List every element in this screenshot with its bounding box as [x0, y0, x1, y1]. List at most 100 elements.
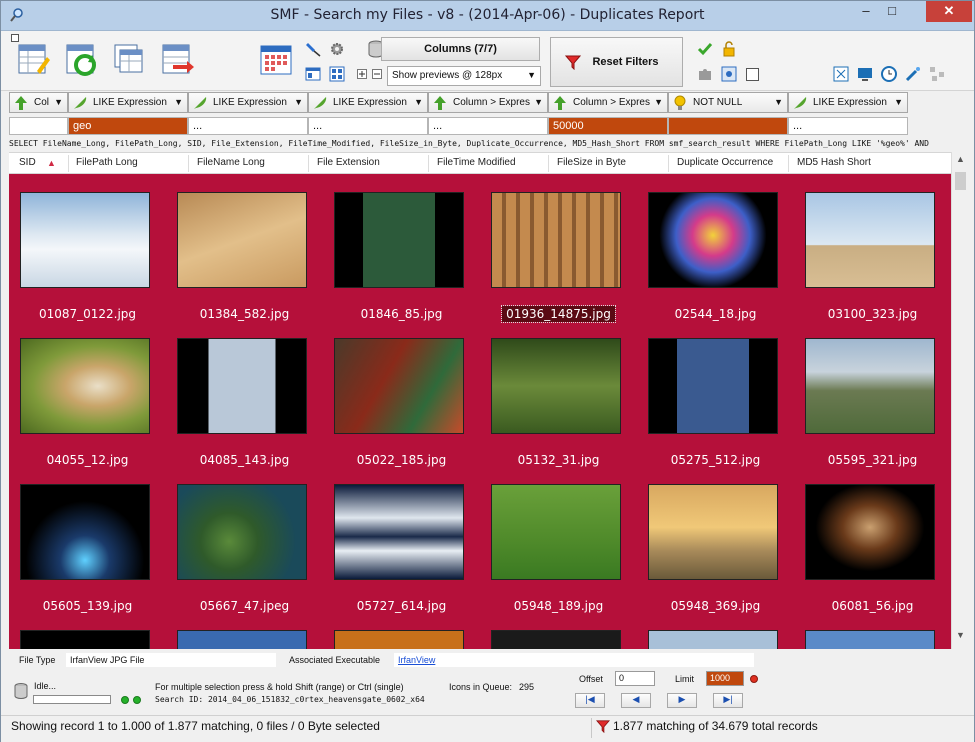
scroll-thumb[interactable]	[955, 172, 966, 190]
column-header-duplicate[interactable]: Duplicate Occurrence	[677, 157, 773, 168]
reset-filters-button[interactable]: Reset Filters	[550, 37, 683, 87]
thumbnail-tile[interactable]: 03100_323.jpg	[794, 174, 951, 321]
first-page-button[interactable]: |◀	[575, 693, 605, 708]
thumbnail-tile[interactable]: 05022_185.jpg	[323, 320, 480, 467]
filter-value-extension[interactable]: ...	[308, 117, 428, 135]
puzzle-icon[interactable]	[697, 66, 713, 82]
thumbnail-tile[interactable]: 01087_0122.jpg	[9, 174, 166, 321]
filter-operator-label: LIKE Expression	[333, 97, 407, 108]
thumbnail-tile[interactable]: 04085_143.jpg	[166, 320, 323, 467]
column-header-filename[interactable]: FileName Long	[197, 157, 265, 168]
scroll-up-icon[interactable]: ▲	[952, 154, 969, 171]
refresh-icon[interactable]	[65, 43, 99, 77]
tree-structure-icon[interactable]	[929, 66, 945, 82]
column-separator[interactable]	[788, 155, 789, 172]
column-header-sid[interactable]: SID	[19, 157, 36, 168]
window-preview-icon[interactable]	[305, 66, 321, 82]
column-header-filetime[interactable]: FileTime Modified	[437, 157, 516, 168]
report-edit-icon[interactable]	[17, 43, 51, 77]
thumbnail-tile[interactable]: 01936_14875.jpg	[480, 174, 637, 323]
thumbnail-tile[interactable]: 06081_56.jpg	[794, 466, 951, 613]
column-header-extension[interactable]: File Extension	[317, 157, 380, 168]
filter-filetime[interactable]: Column > Expres ▼	[428, 92, 548, 113]
title-bar: SMF - Search my Files - v8 - (2014-Apr-0…	[1, 1, 974, 31]
thumbnail-tile[interactable]: 05727_614.jpg	[323, 466, 480, 613]
column-separator[interactable]	[548, 155, 549, 172]
thumbnail-caption: 05667_47.jpeg	[199, 599, 290, 613]
tables-icon[interactable]	[113, 43, 147, 77]
column-separator[interactable]	[68, 155, 69, 172]
thumbnail-tile[interactable]: 01846_85.jpg	[323, 174, 480, 321]
filter-sid[interactable]: Col ▼	[9, 92, 68, 113]
lock-icon[interactable]	[721, 41, 737, 57]
check-icon[interactable]	[697, 41, 713, 57]
filter-value-duplicate[interactable]	[668, 117, 788, 135]
minimize-button[interactable]: –	[853, 1, 879, 22]
column-header-md5[interactable]: MD5 Hash Short	[797, 157, 871, 168]
column-separator[interactable]	[308, 155, 309, 172]
maximize-button[interactable]: □	[879, 1, 905, 22]
thumbnail-tile[interactable]: 05948_369.jpg	[637, 466, 794, 613]
filter-value-filetime[interactable]: ...	[428, 117, 548, 135]
thumbnail-tile[interactable]: 02544_18.jpg	[637, 174, 794, 321]
column-separator[interactable]	[428, 155, 429, 172]
thumbnail-tile[interactable]: 05667_47.jpeg	[166, 466, 323, 613]
thumbnail-image-partial[interactable]	[491, 630, 621, 649]
thumbnail-tile[interactable]: 05595_321.jpg	[794, 320, 951, 467]
columns-button[interactable]: Columns (7/7)	[381, 37, 540, 61]
thumbnail-tile[interactable]: 01384_582.jpg	[166, 174, 323, 321]
filter-value-md5[interactable]: ...	[788, 117, 908, 135]
column-separator[interactable]	[188, 155, 189, 172]
thumbnail-tile[interactable]: 05948_189.jpg	[480, 466, 637, 613]
column-header-filesize[interactable]: FileSize in Byte	[557, 157, 626, 168]
thumbnail-image-partial[interactable]	[20, 630, 150, 649]
filter-value-filesize[interactable]: 50000	[548, 117, 668, 135]
last-page-button[interactable]: ▶|	[713, 693, 743, 708]
thumbnail-tile[interactable]: 05275_512.jpg	[637, 320, 794, 467]
vertical-scrollbar[interactable]: ▲ ▼	[951, 152, 968, 649]
export-icon[interactable]	[161, 43, 195, 77]
thumbnail-image-partial[interactable]	[805, 630, 935, 649]
thumbnail-tile[interactable]: 05605_139.jpg	[9, 466, 166, 613]
filter-value-filename[interactable]: ...	[188, 117, 308, 135]
filter-filesize[interactable]: Column > Expres ▼	[548, 92, 668, 113]
filter-duplicate[interactable]: NOT NULL ▼	[668, 92, 788, 113]
thumbnail-image-partial[interactable]	[334, 630, 464, 649]
toolbar-corner-checkbox[interactable]	[11, 34, 19, 42]
filter-value-sid[interactable]	[9, 117, 68, 135]
column-header-filepath[interactable]: FilePath Long	[76, 157, 138, 168]
offset-input[interactable]: 0	[615, 671, 655, 686]
filter-extension[interactable]: LIKE Expression ▼	[308, 92, 428, 113]
bulb-icon	[674, 95, 686, 110]
next-page-button[interactable]: ▶	[667, 693, 697, 708]
calendar-icon[interactable]	[259, 43, 293, 77]
monitor-icon[interactable]	[857, 66, 873, 82]
thumbnail-tile[interactable]: 04055_12.jpg	[9, 320, 166, 467]
window-fit-icon[interactable]	[833, 66, 849, 82]
associated-executable-link[interactable]: IrfanView	[394, 653, 754, 667]
previous-page-button[interactable]: ◀	[621, 693, 651, 708]
scroll-down-icon[interactable]: ▼	[952, 630, 969, 647]
grid-view-icon[interactable]	[329, 66, 345, 82]
filter-filepath[interactable]: LIKE Expression ▼	[68, 92, 188, 113]
filter-filename[interactable]: LIKE Expression ▼	[188, 92, 308, 113]
thumbnail-image	[177, 192, 307, 288]
column-separator[interactable]	[668, 155, 669, 172]
option-checkbox[interactable]	[746, 68, 759, 81]
limit-input[interactable]: 1000	[706, 671, 744, 686]
magic-wand-icon[interactable]	[905, 66, 921, 82]
filter-md5[interactable]: LIKE Expression ▼	[788, 92, 908, 113]
close-button[interactable]: ✕	[926, 1, 972, 22]
thumbnail-image-partial[interactable]	[177, 630, 307, 649]
thumbnail-image-partial[interactable]	[648, 630, 778, 649]
filter-value-filepath[interactable]: geo	[68, 117, 188, 135]
thumbnail-tile[interactable]: 05132_31.jpg	[480, 320, 637, 467]
gear-icon[interactable]	[329, 41, 345, 57]
preview-size-select[interactable]: Show previews @ 128px ▼	[387, 66, 541, 86]
settings-list-icon[interactable]	[721, 66, 737, 82]
clock-icon[interactable]	[881, 66, 897, 82]
expand-icon[interactable]	[357, 69, 367, 79]
filter-operator-label: Col	[34, 97, 50, 108]
collapse-icon[interactable]	[372, 69, 382, 79]
pin-icon[interactable]	[305, 41, 321, 57]
